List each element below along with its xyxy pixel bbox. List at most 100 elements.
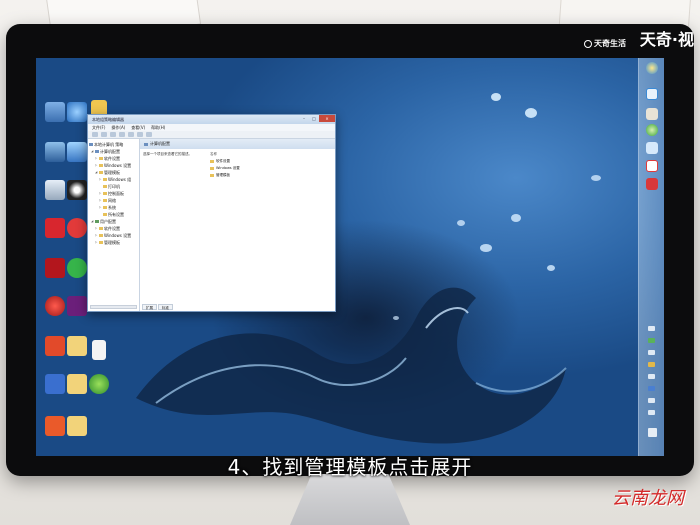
list-item[interactable]: 管理模板 bbox=[210, 172, 335, 179]
folder-icon bbox=[99, 227, 103, 230]
folder-icon bbox=[99, 157, 103, 160]
browser-icon[interactable] bbox=[646, 124, 658, 136]
menu-action[interactable]: 操作(A) bbox=[111, 125, 125, 131]
watermark-sub: 天奇生活 bbox=[584, 38, 626, 49]
tray-icon[interactable] bbox=[648, 398, 655, 403]
tray-icon[interactable] bbox=[648, 386, 655, 391]
menu-help[interactable]: 帮助(H) bbox=[151, 125, 165, 131]
app-icon[interactable] bbox=[646, 178, 658, 190]
filter-icon[interactable] bbox=[146, 132, 152, 137]
tray-icon[interactable] bbox=[648, 338, 655, 343]
minimize-button[interactable]: – bbox=[299, 115, 309, 122]
folder-icon bbox=[99, 241, 103, 244]
folder-icon bbox=[103, 192, 107, 195]
desktop-icon-doc[interactable] bbox=[84, 340, 114, 360]
view-tabs: 扩展 标准 bbox=[142, 304, 173, 310]
tree-item-user-admin[interactable]: ▷ 管理模板 bbox=[89, 239, 138, 246]
tree-item-admin-templates[interactable]: ◢ 管理模板 bbox=[89, 169, 138, 176]
back-icon[interactable] bbox=[92, 132, 98, 137]
window-titlebar[interactable]: 本地组策略编辑器 – □ × bbox=[88, 115, 335, 124]
folder-icon bbox=[99, 234, 103, 237]
help-icon[interactable] bbox=[137, 132, 143, 137]
music-icon bbox=[67, 218, 87, 238]
tree-item-windows-components[interactable]: ▷ Windows 组 bbox=[89, 176, 138, 183]
folder-icon bbox=[103, 206, 107, 209]
folder-icon bbox=[103, 185, 107, 188]
watermark-brand: 天奇·视 bbox=[639, 30, 694, 49]
monitor-stand bbox=[290, 474, 410, 525]
wechat-icon bbox=[67, 258, 87, 278]
maximize-button[interactable]: □ bbox=[309, 115, 319, 122]
folder-icon[interactable] bbox=[646, 108, 658, 120]
computer-icon bbox=[144, 142, 148, 146]
window-title: 本地组策略编辑器 bbox=[92, 116, 124, 122]
list-item[interactable]: 软件设置 bbox=[210, 158, 335, 165]
toolbar bbox=[88, 131, 335, 139]
tree-item-computer-config[interactable]: ◢ 计算机配置 bbox=[89, 148, 138, 155]
up-icon[interactable] bbox=[110, 132, 116, 137]
tree-item-software-settings[interactable]: ▷ 软件设置 bbox=[89, 155, 138, 162]
computer-icon bbox=[95, 150, 99, 153]
subtitle-caption: 4、找到管理模板点击展开 bbox=[227, 455, 473, 479]
folder-icon bbox=[103, 178, 107, 181]
app-icon bbox=[67, 142, 87, 162]
list-item[interactable]: Windows 设置 bbox=[210, 165, 335, 172]
tray-icon[interactable] bbox=[648, 362, 655, 367]
volume-icon[interactable] bbox=[648, 410, 655, 415]
tree-item-system[interactable]: ▷ 系统 bbox=[89, 204, 138, 211]
menu-bar: 文件(F) 操作(A) 查看(V) 帮助(H) bbox=[88, 124, 335, 131]
app-icon[interactable] bbox=[646, 160, 658, 172]
close-button[interactable]: × bbox=[319, 115, 335, 122]
desktop-icon-file3[interactable] bbox=[62, 416, 92, 436]
tree-item-all-settings[interactable]: 所有设置 bbox=[89, 211, 138, 218]
tree-item-windows-settings[interactable]: ▷ Windows 设置 bbox=[89, 162, 138, 169]
menu-view[interactable]: 查看(V) bbox=[131, 125, 145, 131]
tray-icon[interactable] bbox=[648, 350, 655, 355]
folder-icon bbox=[99, 171, 103, 174]
user-icon bbox=[95, 220, 99, 223]
desktop-screen: 本地组策略编辑器 – □ × 文件(F) 操作(A) 查看(V) 帮助(H) 本… bbox=[36, 58, 664, 456]
file-icon bbox=[67, 416, 87, 436]
show-tree-icon[interactable] bbox=[119, 132, 125, 137]
export-icon[interactable] bbox=[128, 132, 134, 137]
folder-icon bbox=[210, 160, 214, 163]
tree-item-user-config[interactable]: ◢ 用户配置 bbox=[89, 218, 138, 225]
watermark-top: 天奇·视 bbox=[640, 27, 694, 49]
policy-icon bbox=[89, 143, 93, 146]
tree-item-printers[interactable]: 打印机 bbox=[89, 183, 138, 190]
tree-item-user-software[interactable]: ▷ 软件设置 bbox=[89, 225, 138, 232]
gpedit-window[interactable]: 本地组策略编辑器 – □ × 文件(F) 操作(A) 查看(V) 帮助(H) 本… bbox=[87, 114, 336, 312]
document-icon bbox=[92, 340, 106, 360]
tray-icon[interactable] bbox=[648, 374, 655, 379]
clock-icon[interactable] bbox=[648, 428, 657, 437]
tree-pane: 本地计算机 策略 ◢ 计算机配置 ▷ 软件设置 ▷ Windows 设置 ◢ 管理模板 … bbox=[88, 139, 140, 311]
folder-icon bbox=[99, 164, 103, 167]
tree-item-network[interactable]: ▷ 网络 bbox=[89, 197, 138, 204]
detail-header: 计算机配置 bbox=[140, 139, 335, 149]
tree-item-user-windows[interactable]: ▷ Windows 设置 bbox=[89, 232, 138, 239]
app-icon bbox=[67, 296, 87, 316]
tree-item-root[interactable]: 本地计算机 策略 bbox=[89, 141, 138, 148]
desktop-icon-app5[interactable] bbox=[84, 374, 114, 394]
detail-pane: 计算机配置 选择一个项目来查看它的描述。 名称 软件设置 Windows 设置 … bbox=[140, 139, 335, 311]
water-drop bbox=[491, 93, 537, 118]
app-icon[interactable] bbox=[646, 142, 658, 154]
folder-icon bbox=[103, 213, 107, 216]
logo-icon bbox=[584, 39, 592, 48]
forward-icon[interactable] bbox=[101, 132, 107, 137]
folder-icon bbox=[210, 167, 214, 170]
tree-item-control-panel[interactable]: ▷ 控制面板 bbox=[89, 190, 138, 197]
taskbar bbox=[638, 58, 664, 456]
app-icon[interactable] bbox=[646, 88, 658, 100]
tab-extended[interactable]: 扩展 bbox=[142, 304, 157, 310]
tab-standard[interactable]: 标准 bbox=[158, 304, 173, 310]
folder-icon bbox=[210, 174, 214, 177]
tray-icon[interactable] bbox=[648, 326, 655, 331]
app-icon bbox=[89, 374, 109, 394]
folder-icon bbox=[103, 199, 107, 202]
menu-file[interactable]: 文件(F) bbox=[92, 125, 105, 131]
tree-scrollbar[interactable] bbox=[90, 305, 137, 309]
watermark-bottom: 云南龙网 bbox=[612, 488, 684, 509]
qq-icon bbox=[67, 180, 87, 200]
start-orb-icon[interactable] bbox=[646, 62, 658, 74]
